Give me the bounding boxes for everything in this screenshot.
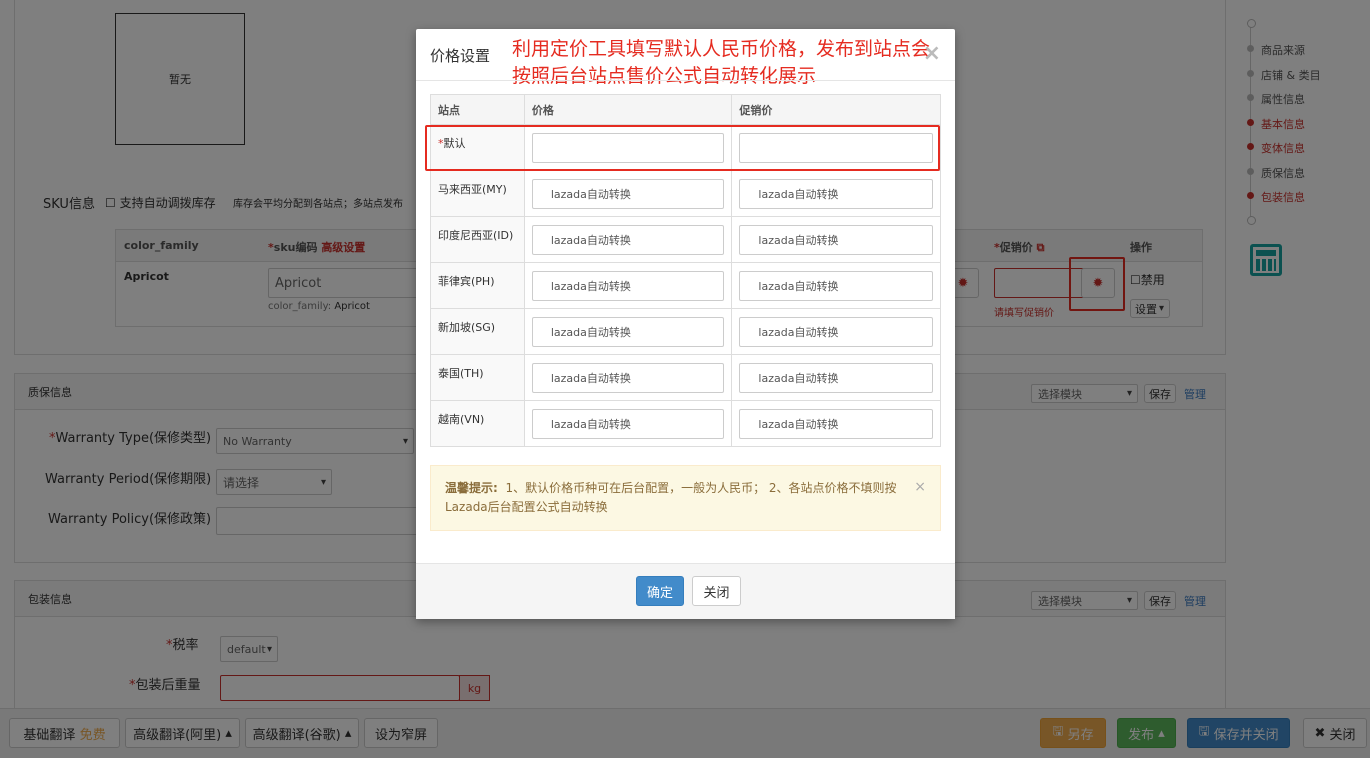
price-row: 泰国(TH) lazada自动转换 lazada自动转换 [430, 354, 941, 401]
price-input[interactable]: lazada自动转换 [531, 178, 725, 209]
promo-price-input[interactable]: lazada自动转换 [739, 270, 933, 301]
annotation-text: 利用定价工具填写默认人民币价格，发布到站点会按照后台站点售价公式自动转化展示 [512, 38, 931, 87]
price-table-header: 站点 价格 促销价 [430, 94, 941, 125]
price-cell: lazada自动转换 [523, 216, 733, 263]
price-input[interactable]: lazada自动转换 [531, 408, 725, 439]
price-row: 菲律宾(PH) lazada自动转换 lazada自动转换 [430, 262, 941, 309]
price-input[interactable]: lazada自动转换 [531, 362, 725, 393]
promo-price-input[interactable]: lazada自动转换 [739, 178, 933, 209]
site-cell: 新加坡(SG) [430, 308, 525, 355]
modal-footer: 确定 关闭 [416, 563, 955, 619]
price-row: 新加坡(SG) lazada自动转换 lazada自动转换 [430, 308, 941, 355]
modal-divider [416, 80, 955, 81]
modal-close-button[interactable]: 关闭 [692, 576, 741, 606]
tip-title: 温馨提示: [445, 481, 498, 495]
site-cell: 越南(VN) [430, 400, 525, 447]
promo-cell: lazada自动转换 [731, 170, 941, 217]
close-icon[interactable]: × [923, 41, 941, 66]
price-cell: lazada自动转换 [523, 262, 733, 309]
promo-cell: lazada自动转换 [731, 354, 941, 401]
price-cell: lazada自动转换 [523, 170, 733, 217]
price-cell: lazada自动转换 [523, 354, 733, 401]
default-row-highlight [425, 125, 940, 171]
promo-price-input[interactable]: lazada自动转换 [739, 408, 933, 439]
price-input[interactable]: lazada自动转换 [531, 224, 725, 255]
site-label: 印度尼西亚(ID) [438, 229, 514, 242]
col-site: 站点 [430, 94, 525, 125]
site-label: 越南(VN) [438, 413, 485, 426]
confirm-button[interactable]: 确定 [636, 576, 684, 606]
price-row: 越南(VN) lazada自动转换 lazada自动转换 [430, 400, 941, 447]
promo-cell: lazada自动转换 [731, 400, 941, 447]
site-label: 泰国(TH) [438, 367, 484, 380]
price-row: 印度尼西亚(ID) lazada自动转换 lazada自动转换 [430, 216, 941, 263]
site-cell: 印度尼西亚(ID) [430, 216, 525, 263]
price-row: 马来西亚(MY) lazada自动转换 lazada自动转换 [430, 170, 941, 217]
col-promo: 促销价 [731, 94, 941, 125]
site-label: 马来西亚(MY) [438, 183, 507, 196]
promo-price-input[interactable]: lazada自动转换 [739, 362, 933, 393]
price-cell: lazada自动转换 [523, 308, 733, 355]
tip-box: 温馨提示: 1、默认价格币种可在后台配置，一般为人民币； 2、各站点价格不填则按… [430, 465, 941, 531]
price-settings-modal: 价格设置 利用定价工具填写默认人民币价格，发布到站点会按照后台站点售价公式自动转… [416, 29, 955, 619]
tip-close-icon[interactable]: × [914, 478, 926, 497]
promo-cell: lazada自动转换 [731, 262, 941, 309]
promo-cell: lazada自动转换 [731, 216, 941, 263]
promo-price-input[interactable]: lazada自动转换 [739, 224, 933, 255]
site-label: 新加坡(SG) [438, 321, 496, 334]
promo-cell: lazada自动转换 [731, 308, 941, 355]
site-cell: 泰国(TH) [430, 354, 525, 401]
site-cell: 菲律宾(PH) [430, 262, 525, 309]
price-cell: lazada自动转换 [523, 400, 733, 447]
price-input[interactable]: lazada自动转换 [531, 316, 725, 347]
tip-text: 1、默认价格币种可在后台配置，一般为人民币； 2、各站点价格不填则按Lazada… [445, 481, 897, 514]
site-label: 菲律宾(PH) [438, 275, 495, 288]
site-cell: 马来西亚(MY) [430, 170, 525, 217]
promo-price-input[interactable]: lazada自动转换 [739, 316, 933, 347]
col-price: 价格 [523, 94, 733, 125]
price-input[interactable]: lazada自动转换 [531, 270, 725, 301]
modal-title: 价格设置 [430, 47, 491, 65]
